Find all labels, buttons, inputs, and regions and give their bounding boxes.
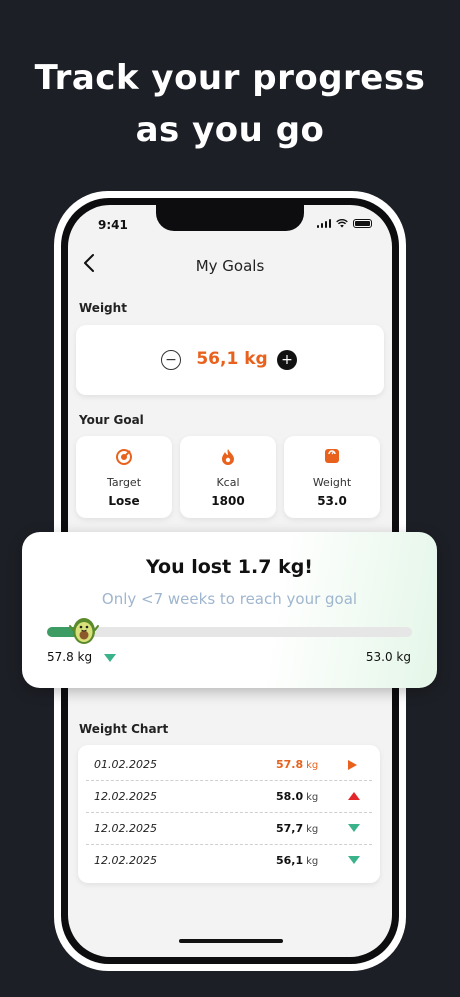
goal-card-label: Target <box>106 476 142 489</box>
trend-right-icon <box>348 760 360 770</box>
trend-down-icon <box>348 856 360 866</box>
weight-row-value: 56,1 kg <box>276 854 319 867</box>
goal-section-label: Your Goal <box>79 413 144 427</box>
promo-line-1: Track your progress <box>34 58 426 98</box>
goal-card-value: 1800 <box>211 494 245 508</box>
increase-weight-button[interactable]: + <box>277 350 297 370</box>
progress-goal-weight: 53.0 kg <box>365 650 411 664</box>
trend-up-icon <box>348 792 360 802</box>
current-weight-value: 56,1 kg <box>196 349 268 369</box>
progress-subtitle: Only <7 weeks to reach your goal <box>101 590 358 608</box>
weight-section-label: Weight <box>79 301 127 315</box>
weight-row[interactable]: 12.02.2025 58.0 kg <box>86 781 372 813</box>
decrease-weight-button[interactable]: − <box>161 350 181 370</box>
goal-card-value: Lose <box>108 494 140 508</box>
scale-icon <box>284 448 380 468</box>
weight-row-value: 57.8 kg <box>276 758 319 771</box>
promo-line-2: as you go <box>135 110 325 150</box>
goal-card-label: Weight <box>312 476 352 489</box>
goal-card-target[interactable]: Target Lose <box>76 436 172 518</box>
trend-down-icon <box>348 824 360 834</box>
goal-card-value: 53.0 <box>317 494 347 508</box>
weight-row[interactable]: 01.02.2025 57.8 kg <box>86 749 372 781</box>
weight-row-date: 12.02.2025 <box>94 822 157 835</box>
page-title: My Goals <box>195 257 265 275</box>
status-icons <box>316 219 372 228</box>
weight-row[interactable]: 12.02.2025 56,1 kg <box>86 845 372 877</box>
goal-card-label: Kcal <box>216 476 240 489</box>
progress-track <box>47 627 412 637</box>
battery-icon <box>353 219 372 228</box>
weight-row-value: 57,7 kg <box>276 822 319 835</box>
progress-title: You lost 1.7 kg! <box>146 556 313 578</box>
avocado-icon <box>69 618 99 644</box>
weight-row-value: 58.0 kg <box>276 790 319 803</box>
weight-row-date: 01.02.2025 <box>94 758 157 771</box>
signal-icon <box>316 219 331 228</box>
status-time: 9:41 <box>98 218 128 232</box>
weight-row[interactable]: 12.02.2025 57,7 kg <box>86 813 372 845</box>
goal-card-weight[interactable]: Weight 53.0 <box>284 436 380 518</box>
weight-chart-card: 01.02.2025 57.8 kg 12.02.2025 58.0 kg 12.0… <box>78 745 380 883</box>
weight-chart-label: Weight Chart <box>79 722 169 736</box>
goal-card-kcal[interactable]: Kcal 1800 <box>180 436 276 518</box>
notch <box>156 205 304 231</box>
target-icon <box>76 448 172 470</box>
weight-row-date: 12.02.2025 <box>94 790 157 803</box>
weight-card: − 56,1 kg + <box>76 325 384 395</box>
progress-card: You lost 1.7 kg! Only <7 weeks to reach … <box>22 532 437 688</box>
home-indicator <box>179 939 283 943</box>
weight-row-date: 12.02.2025 <box>94 854 157 867</box>
flame-icon <box>180 448 276 470</box>
trend-down-icon <box>104 654 116 662</box>
promo-headline: Track your progress as you go <box>0 52 460 156</box>
wifi-icon <box>336 219 348 228</box>
progress-start-weight: 57.8 kg <box>47 650 93 664</box>
